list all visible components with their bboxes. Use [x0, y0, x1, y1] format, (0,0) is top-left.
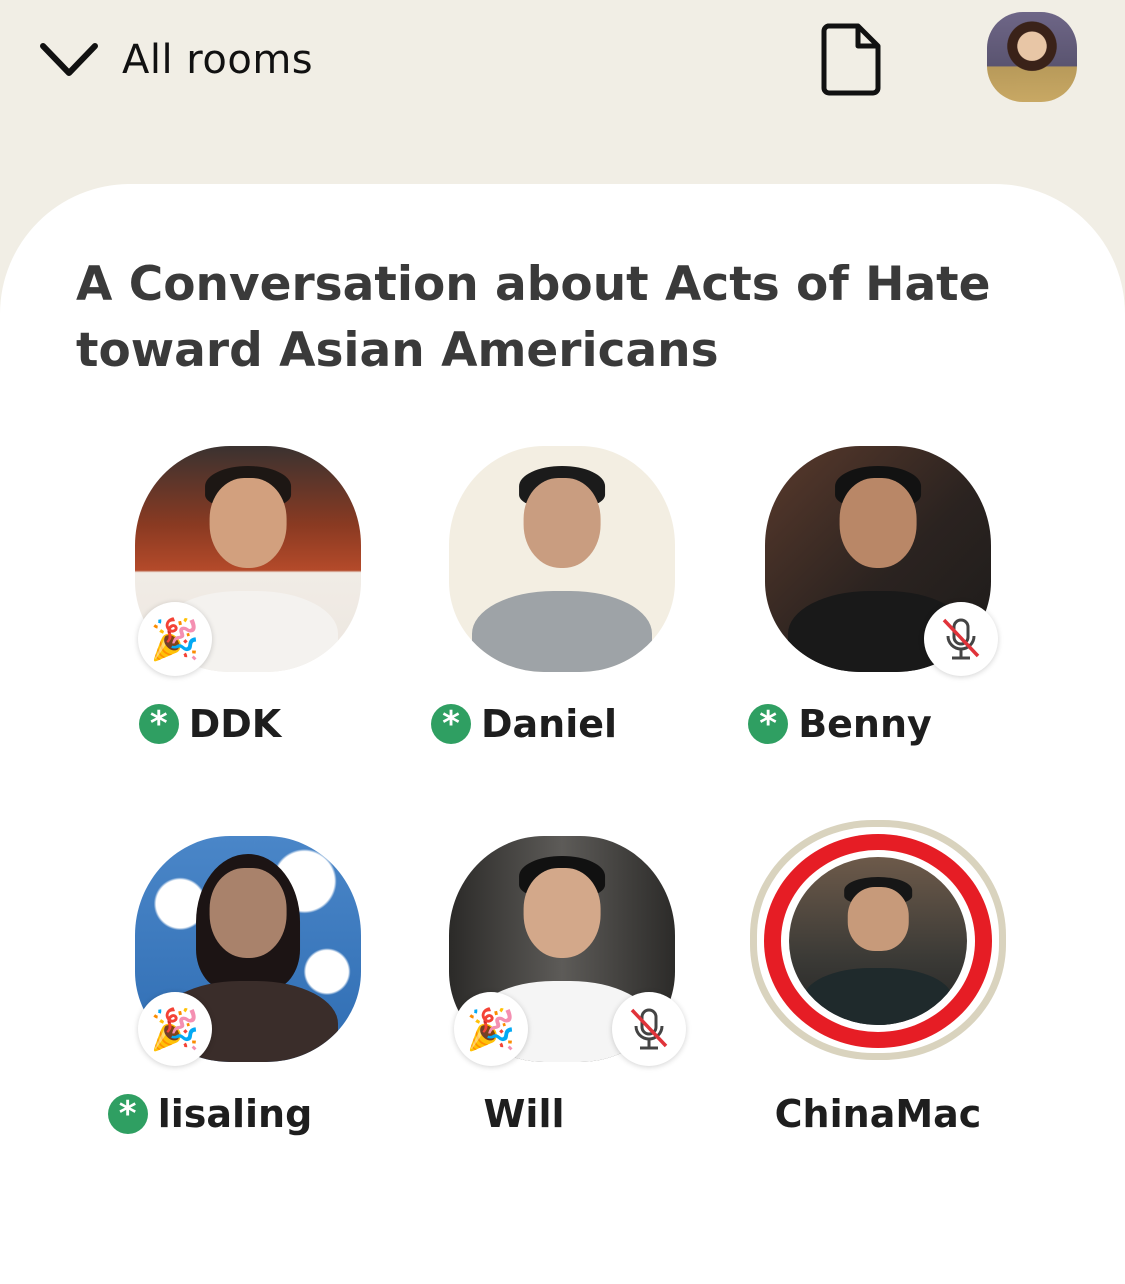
speaker-name: lisaling: [157, 1092, 313, 1136]
speaker-ddk: 🎉 * DDK: [60, 446, 361, 766]
speaker-name-row: * lisaling: [60, 1092, 360, 1136]
document-icon[interactable]: [820, 22, 882, 96]
muted-microphone-icon: [924, 602, 998, 676]
moderator-asterisk-icon: *: [107, 1094, 148, 1134]
room-title: A Conversation about Acts of Hate toward…: [76, 257, 991, 378]
speaker-name: Will: [483, 1092, 565, 1136]
moderator-asterisk-icon: *: [748, 704, 789, 744]
speaker-lisaling: 🎉 * lisaling: [60, 836, 361, 1156]
speaker-name: ChinaMac: [774, 1092, 982, 1136]
speaker-daniel: * Daniel: [374, 446, 675, 766]
speaker-name-row: * DDK: [60, 702, 360, 746]
chevron-down-icon: [38, 40, 100, 80]
all-rooms-button[interactable]: All rooms: [38, 30, 313, 90]
speaker-will: 🎉 Will: [374, 836, 686, 1156]
speaker-benny: * Benny: [690, 446, 998, 766]
speaker-name: DDK: [188, 702, 282, 746]
profile-avatar[interactable]: [987, 12, 1077, 102]
speaker-name-row: * Daniel: [374, 702, 674, 746]
muted-microphone-icon: [612, 992, 686, 1066]
speaker-avatar[interactable]: [449, 446, 675, 672]
speaker-name: Benny: [798, 702, 932, 746]
moderator-asterisk-icon: *: [138, 704, 179, 744]
party-popper-icon: 🎉: [138, 602, 212, 676]
speaker-name-row: * Benny: [690, 702, 990, 746]
speaker-chinamac: ChinaMac: [728, 836, 1028, 1156]
party-popper-icon: 🎉: [454, 992, 528, 1066]
top-bar: All rooms: [0, 0, 1125, 184]
party-popper-icon: 🎉: [138, 992, 212, 1066]
speaker-name-row: Will: [374, 1092, 674, 1136]
moderator-asterisk-icon: *: [430, 704, 471, 744]
all-rooms-label: All rooms: [122, 37, 314, 83]
speaker-name: Daniel: [480, 702, 618, 746]
speaker-name-row: ChinaMac: [728, 1092, 1028, 1136]
